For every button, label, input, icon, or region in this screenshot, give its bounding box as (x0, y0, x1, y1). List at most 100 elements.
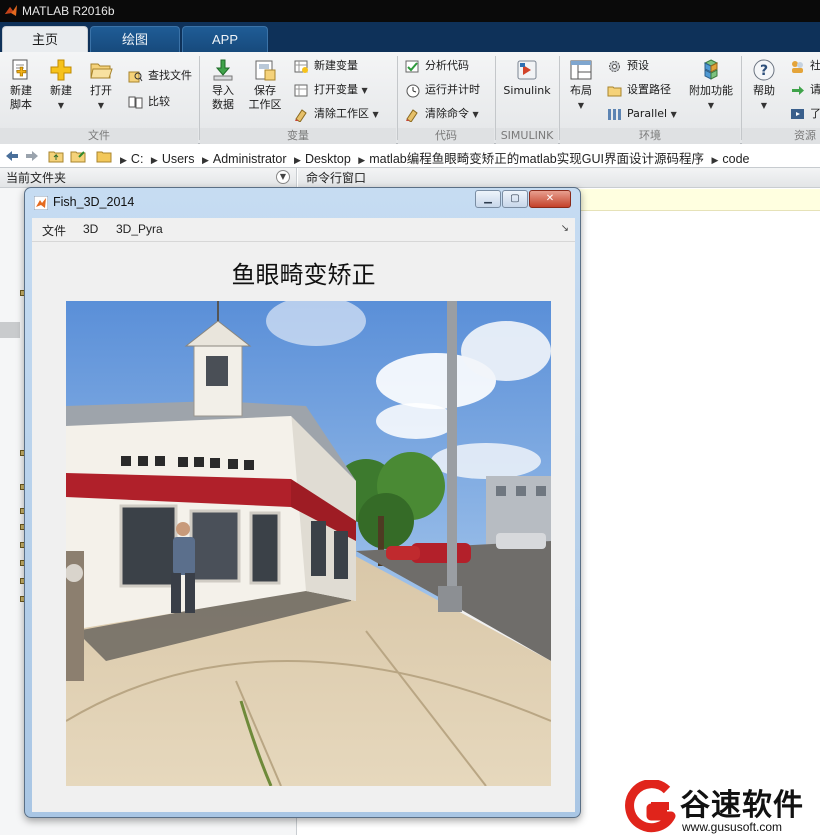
group-label-variable: 变量 (200, 128, 396, 144)
parallel-button[interactable]: Parallel ▼ (607, 104, 677, 124)
breadcrumb-item[interactable]: matlab编程鱼眼畸变矫正的matlab实现GUI界面设计源码程序 (369, 152, 704, 166)
community-label: 社 (810, 59, 820, 72)
run-and-time-icon (406, 84, 420, 98)
add-ons-dropdown-arrow: ▼ (707, 101, 715, 110)
breadcrumb-separator: ▶ (201, 155, 209, 165)
watermark-url: www.gususoft.com (682, 820, 783, 834)
breadcrumb-item[interactable]: Administrator (213, 152, 287, 166)
breadcrumb-separator: ▶ (294, 155, 301, 165)
community-icon (792, 61, 803, 73)
menu-3d-pyra[interactable]: 3D_Pyra (116, 222, 163, 236)
new-label: 新建 (50, 84, 72, 97)
learn-matlab-label: 了 (810, 107, 820, 120)
find-files-button[interactable]: 查找文件 (128, 66, 192, 86)
new-button[interactable]: 新建 ▼ (44, 58, 78, 113)
gear-icon (609, 61, 620, 72)
menu-3d[interactable]: 3D (83, 222, 98, 236)
help-button[interactable]: ? 帮助 ▼ (748, 58, 780, 113)
clear-workspace-dropdown-arrow: ▼ (372, 110, 379, 119)
breadcrumb-separator: ▶ (150, 155, 158, 165)
back-arrow-icon[interactable] (4, 148, 20, 164)
run-and-time-button[interactable]: 运行并计时 (405, 80, 480, 100)
breadcrumb-item[interactable]: Users (162, 152, 195, 166)
compare-label: 比较 (148, 95, 170, 108)
help-label: 帮助 (753, 84, 775, 97)
set-path-label: 设置路径 (627, 83, 671, 96)
minimize-button[interactable]: ▁ (475, 190, 501, 208)
import-data-label: 导入 数据 (212, 84, 234, 111)
preferences-label: 预设 (627, 59, 649, 72)
folder-open-icon (90, 63, 113, 79)
clear-workspace-button[interactable]: 清除工作区 ▼ (294, 104, 379, 124)
simulink-button[interactable]: Simulink (502, 58, 552, 98)
new-variable-button[interactable]: 新建变量 (294, 56, 358, 76)
open-button[interactable]: 打开 ▼ (84, 58, 118, 113)
figure-window[interactable]: Fish_3D_2014 ▁ ▢ ✕ 文件 3D 3D_Pyra ↘ 鱼眼畸变矫… (24, 187, 581, 818)
current-folder-title: 当前文件夹 (6, 171, 67, 185)
layout-icon (570, 60, 592, 80)
breadcrumb: ▶ C: ▶ Users ▶ Administrator ▶ Desktop ▶ matl… (120, 148, 753, 167)
add-ons-button[interactable]: 附加功能 ▼ (686, 58, 736, 113)
add-ons-label: 附加功能 (689, 84, 733, 97)
figure-menu-bar: 文件 3D 3D_Pyra ↘ (32, 218, 575, 242)
import-data-icon (213, 59, 233, 81)
layout-label: 布局 (570, 84, 592, 97)
request-support-button[interactable]: 请 (790, 80, 820, 100)
group-label-file: 文件 (0, 128, 198, 144)
find-files-label: 查找文件 (148, 69, 192, 82)
current-folder-header: 当前文件夹 ▼ (0, 168, 296, 188)
layout-dropdown-arrow: ▼ (577, 101, 585, 110)
save-workspace-button[interactable]: 保存 工作区 (246, 58, 284, 112)
breadcrumb-item[interactable]: code (722, 152, 749, 166)
figure-canvas: 鱼眼畸变矫正 (32, 242, 575, 812)
toolbar-toggle-icon[interactable]: ↘ (561, 223, 569, 234)
import-data-button[interactable]: 导入 数据 (205, 58, 241, 112)
tab-apps[interactable]: APP (182, 26, 268, 52)
open-variable-button[interactable]: 打开变量 ▼ (294, 80, 368, 100)
close-button[interactable]: ✕ (529, 190, 571, 208)
run-and-time-label: 运行并计时 (425, 83, 480, 96)
figure-heading: 鱼眼畸变矫正 (231, 261, 376, 289)
layout-button[interactable]: 布局 ▼ (564, 58, 598, 113)
matlab-logo-icon (34, 196, 48, 210)
preferences-button[interactable]: 预设 (607, 56, 649, 76)
figure-title: Fish_3D_2014 (53, 195, 135, 209)
root-folder-icon[interactable] (96, 148, 112, 164)
breadcrumb-separator: ▶ (358, 155, 366, 165)
clear-commands-label: 清除命令 (425, 107, 469, 120)
corrected-fisheye-image (66, 301, 551, 786)
set-path-button[interactable]: 设置路径 (607, 80, 671, 100)
tab-home[interactable]: 主页 (2, 26, 88, 52)
up-folder-icon[interactable] (48, 148, 64, 164)
compare-button[interactable]: 比较 (128, 92, 170, 112)
breadcrumb-item[interactable]: C: (131, 152, 144, 166)
group-label-simulink: SIMULINK (496, 128, 558, 144)
command-window-title: 命令行窗口 (306, 171, 367, 185)
request-support-label: 请 (810, 83, 820, 96)
forward-arrow-icon[interactable] (24, 148, 40, 164)
clear-workspace-label: 清除工作区 (314, 107, 369, 120)
clear-workspace-icon (295, 109, 307, 122)
plus-icon (50, 59, 72, 81)
new-script-button[interactable]: 新建 脚本 (4, 58, 38, 112)
save-workspace-label: 保存 工作区 (248, 84, 282, 111)
street-scene-image (66, 301, 551, 786)
open-dropdown-arrow: ▼ (97, 101, 105, 110)
panel-menu-icon[interactable]: ▼ (276, 170, 290, 184)
menu-file[interactable]: 文件 (42, 222, 66, 239)
tab-plots[interactable]: 绘图 (90, 26, 180, 52)
window-title: MATLAB R2016b (22, 4, 115, 18)
browse-folder-icon[interactable] (70, 148, 86, 164)
breadcrumb-item[interactable]: Desktop (305, 152, 351, 166)
community-button[interactable]: 社 (790, 56, 820, 76)
clear-commands-button[interactable]: 清除命令 ▼ (405, 104, 479, 124)
breadcrumb-separator: ▶ (120, 155, 127, 165)
analyze-code-button[interactable]: 分析代码 (405, 56, 469, 76)
learn-matlab-button[interactable]: 了 (790, 104, 820, 124)
new-dropdown-arrow: ▼ (57, 101, 65, 110)
open-variable-dropdown-arrow: ▼ (361, 86, 368, 95)
maximize-button[interactable]: ▢ (502, 190, 528, 208)
ribbon-tab-strip: 主页 绘图 APP (0, 22, 820, 52)
watermark: 谷速软件 www.gususoft.com (618, 778, 820, 835)
open-variable-label: 打开变量 (314, 83, 358, 96)
